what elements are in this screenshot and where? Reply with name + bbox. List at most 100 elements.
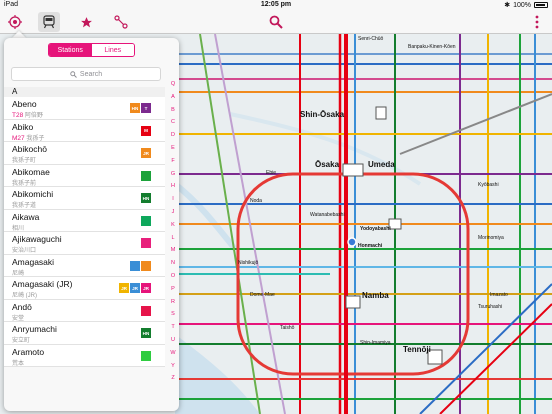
line-badges: M [141,125,151,136]
bay-water [175,334,260,414]
station-name: Aikawa [12,211,40,222]
station-kana: 我孫子 [26,135,45,142]
index-letter[interactable]: L [168,232,178,245]
line-badge: HN [141,328,151,338]
station-list[interactable]: A Abeno T28 阿倍野 HN T Abiko M27 我孫子 M Abikochō 我孫… [4,87,165,367]
map-label-morinomiya: Morinomiya [478,235,504,241]
station-kana: 我孫子道 [12,203,37,209]
station-row[interactable]: Amagasaki (JR) 尼崎 (JR) JR JR JR [4,277,165,300]
station-kana: 尼崎 (JR) [12,293,37,299]
map-label-imazato: Imazato [490,292,508,298]
station-row[interactable]: Abeno T28 阿倍野 HN T [4,97,165,120]
more-button[interactable] [528,13,546,31]
station-row[interactable]: Abikochō 我孫子町 JR [4,142,165,165]
index-letter[interactable]: G [168,168,178,181]
alphabet-index[interactable]: QABCDEFGHIJKLMNOPRSTUWYZ [168,78,178,385]
index-letter[interactable]: W [168,347,178,360]
search-field[interactable]: Search [11,67,161,81]
index-letter[interactable]: O [168,270,178,283]
index-letter[interactable]: N [168,257,178,270]
station-subtitle: 我孫子道 [12,200,36,209]
station-row[interactable]: Abiko M27 我孫子 M [4,119,165,142]
line-badges: JR JR JR [119,283,151,293]
line-badges [141,305,151,316]
index-letter[interactable]: I [168,193,178,206]
station-name: Aramoto [12,346,45,357]
map-label-banpaku: Banpaku-Kinen-Kōen [408,44,456,50]
line-badge [141,170,151,181]
index-letter[interactable]: P [168,283,178,296]
favorites-button[interactable] [77,13,95,31]
tab-stations[interactable]: Stations [49,44,92,56]
index-letter[interactable]: T [168,321,178,334]
index-letter[interactable]: F [168,155,178,168]
line-badge: HN [141,193,151,203]
search-button[interactable] [267,13,285,31]
map-label-yodoyabashi: Yodoyabashi [360,226,391,232]
station-kana: 阿倍野 [24,113,43,119]
index-letter[interactable]: A [168,91,178,104]
index-letter[interactable]: C [168,116,178,129]
station-kana: 安立町 [12,338,31,344]
map-label-ebie: Ebie [266,170,276,176]
line-badges: JR [141,148,151,158]
station-row[interactable]: Anryumachi 安立町 HN [4,322,165,345]
index-letter[interactable]: B [168,104,178,117]
station-kana: 我孫子町 [12,158,37,164]
line-badge [141,238,151,248]
station-subtitle: T28 阿倍野 [12,110,43,119]
map-label-shin-osaka: Shin-Ōsaka [300,110,345,119]
index-letter[interactable]: Z [168,372,178,385]
map-label-tsuruhashi: Tsuruhashi [478,304,502,310]
line-badge: JR [119,283,129,293]
stations-list-button[interactable] [38,12,60,32]
index-letter[interactable]: S [168,308,178,321]
line-badges [141,215,151,226]
station-subtitle: 尼崎 (JR) [12,290,37,299]
index-letter[interactable]: J [168,206,178,219]
search-field-icon [70,70,77,78]
line-badges [141,238,151,248]
route-icon [114,15,128,29]
location-button[interactable] [6,13,24,31]
station-kana: 相川 [12,225,25,232]
index-letter[interactable]: D [168,129,178,142]
station-row[interactable]: Amagasaki 尼崎 [4,254,165,277]
station-row[interactable]: Aramoto 荒本 [4,344,165,367]
clock: 12:05 pm [260,1,292,8]
map-label-kyobashi: Kyōbashi [478,182,499,188]
station-row[interactable]: Ajikawaguchi 安治川口 [4,232,165,255]
index-letter[interactable]: E [168,142,178,155]
line-badges [130,260,151,271]
tab-lines[interactable]: Lines [91,44,134,56]
train-icon [43,15,55,29]
station-name: Abikomichi [12,189,54,199]
line-badge [141,350,151,361]
station-name: Abikochō [12,144,47,154]
station-row[interactable]: Aikawa 相川 [4,209,165,232]
route-button[interactable] [112,13,130,31]
line-badges [141,170,151,181]
station-subtitle: 荒本 [12,358,24,367]
station-row[interactable]: Andō 安堂 [4,299,165,322]
station-row[interactable]: Abikomae 我孫子前 [4,164,165,187]
index-letter[interactable]: H [168,180,178,193]
stations-popover: Stations Lines Search A Abeno T28 阿倍野 HN T A… [4,38,179,411]
index-letter[interactable]: K [168,219,178,232]
index-letter[interactable]: Q [168,78,178,91]
station-subtitle: 安治川口 [12,245,36,254]
line-badge [141,260,151,271]
station-code: T28 [12,112,24,119]
index-letter[interactable]: R [168,296,178,309]
map-label-shin-imamiya: Shin-Imamiya [360,340,391,346]
station-kana: 我孫子前 [12,180,37,187]
line-badges: HN [141,328,151,338]
station-subtitle: 安堂 [12,313,24,322]
index-letter[interactable]: U [168,334,178,347]
index-letter[interactable]: Y [168,360,178,373]
line-badge: T [141,103,151,113]
index-letter[interactable]: M [168,244,178,257]
map-label-umeda: Umeda [368,160,395,169]
line-badge [141,215,151,226]
station-row[interactable]: Abikomichi 我孫子道 HN [4,187,165,210]
